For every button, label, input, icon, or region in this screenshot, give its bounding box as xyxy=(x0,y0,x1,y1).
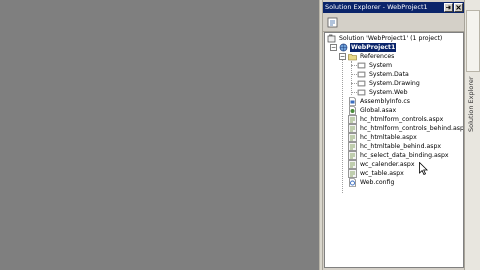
tree-item-file[interactable]: Web.config xyxy=(348,178,395,187)
asax-file-icon xyxy=(348,106,357,115)
collapse-icon[interactable]: − xyxy=(330,44,337,51)
assembly-reference-icon xyxy=(357,70,366,79)
tree-item-label: hc_htmltable.aspx xyxy=(360,134,417,141)
collapse-icon[interactable]: − xyxy=(339,53,346,60)
tree-item-reference[interactable]: System.Data xyxy=(357,70,410,79)
tree-item-label: wc_calender.aspx xyxy=(360,161,415,168)
csharp-file-icon xyxy=(348,97,357,106)
tree-item-label: System.Drawing xyxy=(369,80,420,87)
solution-tree: Solution 'WebProject1' (1 project) − Web… xyxy=(324,32,464,268)
close-icon xyxy=(456,5,461,10)
aspx-file-icon xyxy=(348,151,357,160)
tree-item-file[interactable]: AssemblyInfo.cs xyxy=(348,97,411,106)
solution-explorer-toolbar xyxy=(323,14,464,32)
aspx-file-icon xyxy=(348,124,357,133)
pin-icon xyxy=(446,5,451,10)
properties-button[interactable] xyxy=(326,16,339,29)
tree-item-file[interactable]: hc_htmltable.aspx xyxy=(348,133,418,142)
tree-item-file[interactable]: hc_htmltable_behind.aspx xyxy=(348,142,442,151)
tree-item-label: References xyxy=(360,53,395,60)
config-file-icon xyxy=(348,178,357,187)
tree-item-label: hc_htmltable_behind.aspx xyxy=(360,143,442,150)
tree-item-label: Global.asax xyxy=(360,107,397,114)
tree-item-label: hc_htmlform_controls_behind.aspx xyxy=(360,125,464,132)
tree-item-references[interactable]: − References xyxy=(339,52,395,61)
close-button[interactable] xyxy=(454,3,463,12)
tree-item-file[interactable]: hc_htmlform_controls_behind.aspx xyxy=(348,124,464,133)
tree-item-file[interactable]: hc_htmlform_controls.aspx xyxy=(348,115,444,124)
tree-item-project[interactable]: − WebProject1 xyxy=(330,43,397,52)
side-tab-label: Solution Explorer xyxy=(467,76,475,132)
tree-item-solution[interactable]: Solution 'WebProject1' (1 project) xyxy=(327,34,443,43)
tree-item-label: AssemblyInfo.cs xyxy=(360,98,411,105)
solution-explorer-panel: Solution Explorer - WebProject1 Solution… xyxy=(322,0,464,270)
solution-icon xyxy=(327,34,336,43)
properties-icon xyxy=(327,17,338,28)
tree-item-label: wc_table.aspx xyxy=(360,170,404,177)
side-tab-strip: Solution Explorer xyxy=(464,0,480,270)
solution-explorer-titlebar[interactable]: Solution Explorer - WebProject1 xyxy=(323,2,464,13)
tree-item-label: System.Data xyxy=(369,71,409,78)
aspx-file-icon xyxy=(348,115,357,124)
tree-item-file[interactable]: wc_calender.aspx xyxy=(348,160,415,169)
aspx-file-icon xyxy=(348,160,357,169)
assembly-reference-icon xyxy=(357,61,366,70)
tree-item-reference[interactable]: System xyxy=(357,61,393,70)
tree-item-label: Web.config xyxy=(360,179,395,186)
aspx-file-icon xyxy=(348,142,357,151)
tree-item-reference[interactable]: System.Web xyxy=(357,88,409,97)
tree-item-file[interactable]: Global.asax xyxy=(348,106,397,115)
aspx-file-icon xyxy=(348,169,357,178)
solution-explorer-title: Solution Explorer - WebProject1 xyxy=(325,3,428,11)
aspx-file-icon xyxy=(348,133,357,142)
tree-item-file[interactable]: hc_select_data_binding.aspx xyxy=(348,151,450,160)
web-project-icon xyxy=(339,43,348,52)
mouse-cursor-icon xyxy=(419,162,428,175)
tree-item-label: hc_htmlform_controls.aspx xyxy=(360,116,444,123)
tree-item-reference[interactable]: System.Drawing xyxy=(357,79,421,88)
solution-explorer-side-tab[interactable] xyxy=(466,10,480,72)
references-folder-icon xyxy=(348,52,357,61)
editor-workspace xyxy=(0,0,319,270)
tree-item-label: Solution 'WebProject1' (1 project) xyxy=(339,35,443,42)
tree-item-label: hc_select_data_binding.aspx xyxy=(360,152,449,159)
assembly-reference-icon xyxy=(357,88,366,97)
assembly-reference-icon xyxy=(357,79,366,88)
tree-item-file[interactable]: wc_table.aspx xyxy=(348,169,405,178)
pin-button[interactable] xyxy=(444,3,453,12)
tree-item-label: System.Web xyxy=(369,89,408,96)
tree-item-label: System xyxy=(369,62,393,69)
tree-item-label: WebProject1 xyxy=(350,43,397,52)
